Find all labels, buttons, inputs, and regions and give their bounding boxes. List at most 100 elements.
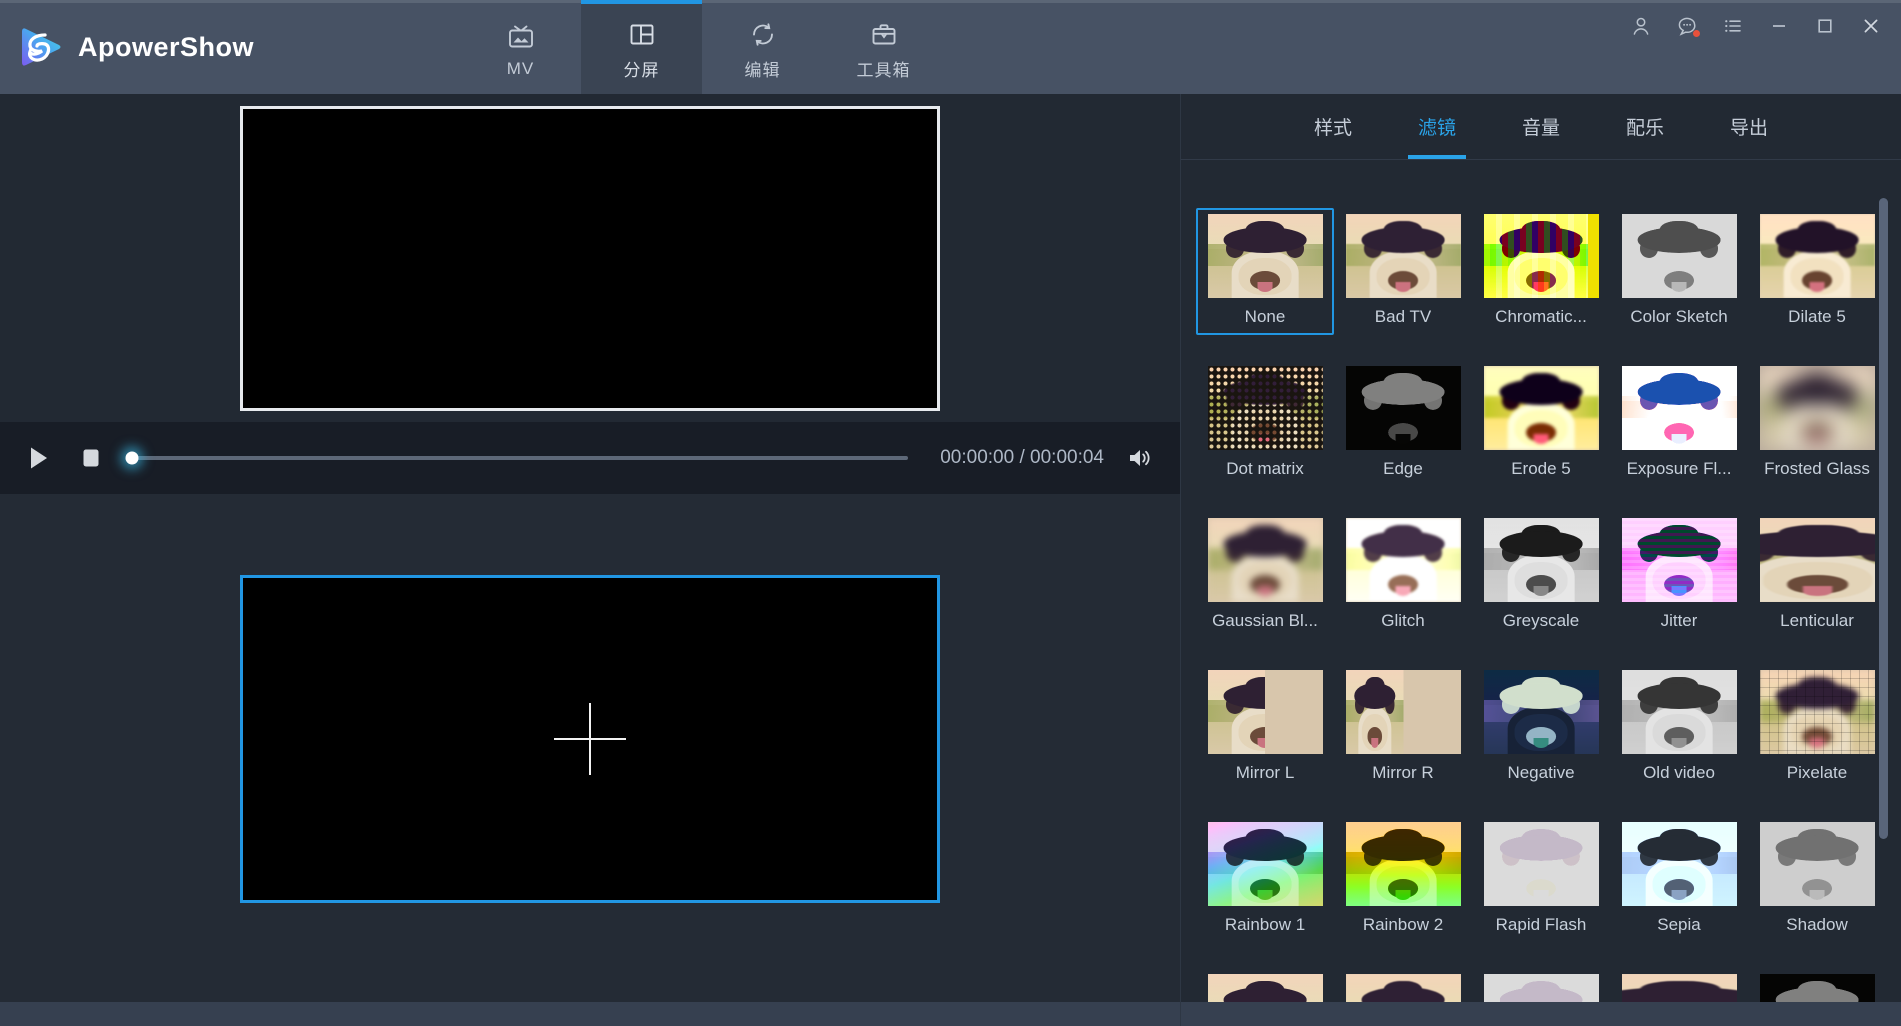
filter-item[interactable]: Frosted Glass	[1748, 360, 1886, 487]
feedback-icon[interactable]	[1667, 6, 1707, 46]
play-button[interactable]	[22, 441, 56, 475]
filter-item[interactable]: Rainbow 1	[1196, 816, 1334, 943]
filter-item[interactable]: Dilate 5	[1748, 208, 1886, 335]
filter-label: Erode 5	[1511, 459, 1571, 478]
app-body: 00:00:00 / 00:00:04 样式 滤镜 音量 配乐 导出 None …	[0, 94, 1901, 1026]
filter-label: Exposure Fl...	[1626, 459, 1732, 478]
filter-item[interactable]: Rainbow 2	[1334, 816, 1472, 943]
close-button[interactable]	[1851, 6, 1891, 46]
refresh-edit-icon	[748, 17, 778, 51]
filter-item[interactable]	[1748, 968, 1886, 1002]
speaker-icon[interactable]	[1122, 440, 1158, 476]
filter-item[interactable]	[1334, 968, 1472, 1002]
filter-item[interactable]: Color Sketch	[1610, 208, 1748, 335]
split-screen-canvas[interactable]	[240, 575, 940, 903]
filter-label: Jitter	[1660, 611, 1698, 630]
apowershow-window: ApowerShow MV 分屏 编辑 工具箱 00:00:00 / 00:00…	[0, 0, 1901, 1026]
account-icon[interactable]	[1621, 6, 1661, 46]
filter-thumbnail	[1621, 670, 1737, 754]
tab-music-label: 配乐	[1626, 118, 1665, 139]
filter-label: Shadow	[1786, 915, 1848, 934]
time-display: 00:00:00 / 00:00:04	[940, 447, 1104, 468]
filter-item[interactable]	[1196, 968, 1334, 1002]
scrollbar-thumb[interactable]	[1879, 197, 1888, 839]
nav-tab-split-screen[interactable]: 分屏	[581, 0, 702, 94]
filter-label: Rainbow 2	[1362, 915, 1444, 934]
main-nav: MV 分屏 编辑 工具箱	[460, 0, 944, 94]
toolbox-briefcase-icon	[869, 17, 899, 51]
filter-item[interactable]: Jitter	[1610, 512, 1748, 639]
filter-label: Pixelate	[1786, 763, 1848, 782]
split-screen-icon	[627, 17, 657, 51]
filter-item[interactable]: None	[1196, 208, 1334, 335]
nav-tab-mv-label: MV	[506, 58, 535, 78]
tab-export-label: 导出	[1730, 118, 1769, 139]
filter-thumbnail	[1207, 214, 1323, 298]
filter-scrollbar[interactable]	[1879, 182, 1888, 964]
filter-item[interactable]: Old video	[1610, 664, 1748, 791]
filter-list-scroll-area[interactable]: None Bad TV Chromatic... Color Sketch Di…	[1181, 160, 1901, 1002]
filter-item[interactable]: Dot matrix	[1196, 360, 1334, 487]
filter-thumbnail	[1345, 214, 1461, 298]
playback-progress-slider[interactable]	[125, 441, 909, 475]
filter-item[interactable]: Mirror L	[1196, 664, 1334, 791]
nav-tab-edit[interactable]: 编辑	[702, 0, 823, 94]
tab-volume-label: 音量	[1521, 118, 1560, 139]
filter-thumbnail	[1621, 366, 1737, 450]
filter-thumbnail	[1621, 822, 1737, 906]
filter-label: Dilate 5	[1788, 307, 1846, 326]
tab-style[interactable]: 样式	[1302, 94, 1364, 159]
tv-image-icon	[506, 20, 536, 54]
filter-grid: None Bad TV Chromatic... Color Sketch Di…	[1181, 208, 1901, 1002]
filter-label: Dot matrix	[1226, 459, 1304, 478]
filter-label: Frosted Glass	[1764, 459, 1870, 478]
tab-volume[interactable]: 音量	[1510, 94, 1572, 159]
minimize-button[interactable]	[1759, 6, 1799, 46]
window-top-accent	[0, 0, 1901, 3]
filter-item[interactable]: Chromatic...	[1472, 208, 1610, 335]
filter-item[interactable]	[1610, 968, 1748, 1002]
filter-item[interactable]: Lenticular	[1748, 512, 1886, 639]
filter-item[interactable]: Edge	[1334, 360, 1472, 487]
properties-panel: 样式 滤镜 音量 配乐 导出 None Bad TV Chromatic... …	[1180, 94, 1901, 1026]
nav-tab-mv[interactable]: MV	[460, 0, 581, 94]
filter-item[interactable]: Erode 5	[1472, 360, 1610, 487]
progress-track	[132, 456, 909, 460]
nav-tab-toolbox[interactable]: 工具箱	[823, 0, 944, 94]
tab-export[interactable]: 导出	[1718, 94, 1780, 159]
left-status-bar	[0, 1002, 1180, 1026]
filter-item[interactable]: Shadow	[1748, 816, 1886, 943]
filter-item[interactable]: Exposure Fl...	[1610, 360, 1748, 487]
filter-thumbnail	[1483, 974, 1599, 1002]
filter-item[interactable]: Greyscale	[1472, 512, 1610, 639]
nav-tab-edit-label: 编辑	[744, 61, 781, 80]
editor-left-pane: 00:00:00 / 00:00:04	[0, 94, 1180, 1026]
filter-item[interactable]: Pixelate	[1748, 664, 1886, 791]
filter-item[interactable]: Rapid Flash	[1472, 816, 1610, 943]
filter-thumbnail	[1483, 214, 1599, 298]
filter-label: Glitch	[1381, 611, 1425, 630]
plus-crosshair-icon[interactable]	[554, 703, 626, 775]
tab-music[interactable]: 配乐	[1614, 94, 1676, 159]
menu-list-icon[interactable]	[1713, 6, 1753, 46]
filter-thumbnail	[1759, 366, 1875, 450]
filter-label: Rapid Flash	[1495, 915, 1587, 934]
filter-item[interactable]: Glitch	[1334, 512, 1472, 639]
filter-item[interactable]: Sepia	[1610, 816, 1748, 943]
progress-handle[interactable]	[125, 451, 139, 465]
filter-item[interactable]: Gaussian Bl...	[1196, 512, 1334, 639]
filter-item[interactable]: Bad TV	[1334, 208, 1472, 335]
maximize-button[interactable]	[1805, 6, 1845, 46]
filter-item[interactable]	[1472, 968, 1610, 1002]
tab-filter[interactable]: 滤镜	[1406, 94, 1468, 159]
filter-thumbnail	[1207, 366, 1323, 450]
stop-button[interactable]	[74, 441, 108, 475]
filter-label: Rainbow 1	[1224, 915, 1306, 934]
filter-thumbnail	[1345, 974, 1461, 1002]
filter-label: Old video	[1643, 763, 1715, 782]
filter-thumbnail	[1483, 670, 1599, 754]
preview-canvas[interactable]	[240, 105, 940, 411]
brand: ApowerShow	[0, 0, 460, 94]
filter-item[interactable]: Negative	[1472, 664, 1610, 791]
filter-item[interactable]: Mirror R	[1334, 664, 1472, 791]
